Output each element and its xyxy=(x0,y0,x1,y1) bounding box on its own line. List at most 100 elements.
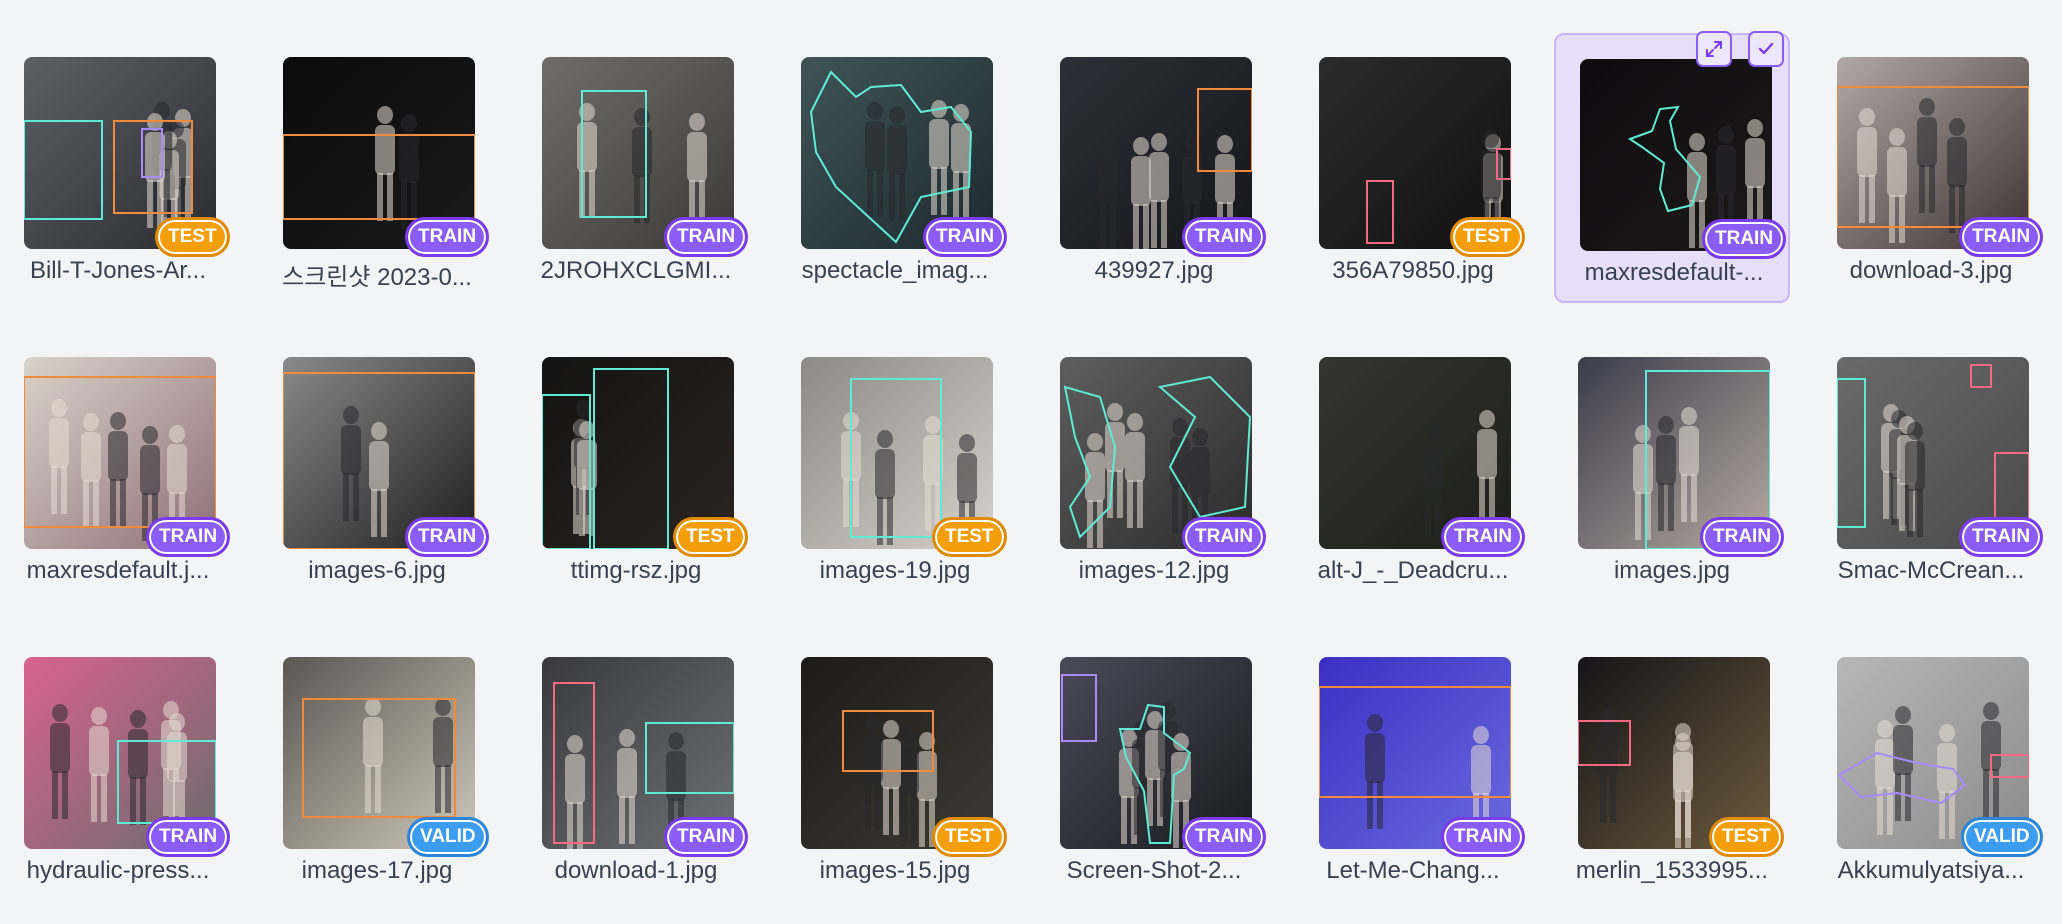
file-name: ttimg-rsz.jpg xyxy=(570,557,702,584)
image-card[interactable]: VALID Akkumulyatsiya... xyxy=(1813,633,2049,903)
image-card[interactable]: TRAIN Screen-Shot-2... xyxy=(1036,633,1272,903)
split-badge: TRAIN xyxy=(1702,219,1787,259)
file-name: 스크린샷 2023-0... xyxy=(282,264,472,291)
segmentation-polygon xyxy=(1627,105,1702,213)
split-badge: TEST xyxy=(932,517,1007,557)
file-name: Smac-McCrean... xyxy=(1837,557,2025,584)
image-card[interactable]: TRAIN Smac-McCrean... xyxy=(1813,333,2049,603)
image-card[interactable]: TEST images-15.jpg xyxy=(777,633,1013,903)
image-card[interactable]: TRAIN 439927.jpg xyxy=(1036,33,1272,303)
segmentation-polygon xyxy=(1118,703,1192,844)
image-card[interactable]: TRAIN 2JROHXCLGMI... xyxy=(518,33,754,303)
bounding-box xyxy=(1319,686,1511,798)
image-card[interactable]: TEST Bill-T-Jones-Ar... xyxy=(0,33,236,303)
split-badge: TRAIN xyxy=(1441,517,1526,557)
file-name: images-19.jpg xyxy=(819,557,971,584)
bounding-box xyxy=(141,128,163,178)
bounding-box xyxy=(1197,88,1252,172)
split-badge: TEST xyxy=(155,217,230,257)
split-badge: TEST xyxy=(1709,817,1784,857)
bounding-box xyxy=(1496,148,1511,180)
file-name: hydraulic-press... xyxy=(26,857,210,884)
split-badge: TEST xyxy=(673,517,748,557)
file-name: merlin_1533995... xyxy=(1575,857,1769,884)
split-badge: VALID xyxy=(407,817,489,857)
image-card[interactable]: TEST images-19.jpg xyxy=(777,333,1013,603)
image-card[interactable]: TEST 356A79850.jpg xyxy=(1295,33,1531,303)
image-card[interactable]: TRAIN maxresdefault.j... xyxy=(0,333,236,603)
split-badge: TRAIN xyxy=(1182,217,1267,257)
image-card[interactable]: TRAIN download-3.jpg xyxy=(1813,33,2049,303)
bounding-box xyxy=(113,120,193,214)
bounding-box xyxy=(850,378,942,538)
split-badge: TEST xyxy=(932,817,1007,857)
file-name: maxresdefault.j... xyxy=(26,557,210,584)
bounding-box xyxy=(1990,754,2029,778)
bounding-box xyxy=(593,368,669,549)
bounding-box xyxy=(24,120,103,220)
split-badge: TRAIN xyxy=(1182,517,1267,557)
split-badge: TRAIN xyxy=(405,217,490,257)
file-name: alt-J_-_Deadcru... xyxy=(1317,557,1509,584)
file-name: 356A79850.jpg xyxy=(1332,257,1494,284)
bounding-box xyxy=(1837,86,2029,228)
bounding-box xyxy=(842,710,934,772)
image-card[interactable]: TRAIN images.jpg xyxy=(1554,333,1790,603)
image-card[interactable]: TRAIN alt-J_-_Deadcru... xyxy=(1295,333,1531,603)
check-icon[interactable] xyxy=(1748,31,1784,67)
image-card[interactable]: TEST merlin_1533995... xyxy=(1554,633,1790,903)
bounding-box xyxy=(553,682,595,844)
image-card[interactable]: TRAIN spectacle_imag... xyxy=(777,33,1013,303)
bounding-box xyxy=(24,376,216,528)
bounding-box xyxy=(283,134,475,220)
image-card[interactable]: VALID images-17.jpg xyxy=(259,633,495,903)
file-name: images-15.jpg xyxy=(819,857,971,884)
file-name: images.jpg xyxy=(1613,557,1731,584)
image-card[interactable]: TRAIN hydraulic-press... xyxy=(0,633,236,903)
image-card[interactable]: TRAIN images-12.jpg xyxy=(1036,333,1272,603)
segmentation-polygon xyxy=(1837,751,1967,805)
image-card[interactable]: TRAIN download-1.jpg xyxy=(518,633,754,903)
file-name: download-1.jpg xyxy=(554,857,718,884)
file-name: images-17.jpg xyxy=(301,857,453,884)
bounding-box xyxy=(581,90,647,218)
file-name: Bill-T-Jones-Ar... xyxy=(29,257,207,284)
bounding-box xyxy=(1994,452,2029,524)
split-badge: TEST xyxy=(1450,217,1525,257)
file-name: 439927.jpg xyxy=(1094,257,1214,284)
split-badge: TRAIN xyxy=(1700,517,1785,557)
image-card[interactable]: TRAIN Let-Me-Chang... xyxy=(1295,633,1531,903)
split-badge: TRAIN xyxy=(1182,817,1267,857)
file-name: Screen-Shot-2... xyxy=(1066,857,1242,884)
split-badge: TRAIN xyxy=(1441,817,1526,857)
image-grid: TEST Bill-T-Jones-Ar... TRAIN 스크린샷 2023-0.… xyxy=(0,0,2062,924)
bounding-box xyxy=(1837,378,1866,528)
bounding-box xyxy=(645,722,734,794)
bounding-box xyxy=(117,740,216,824)
split-badge: TRAIN xyxy=(923,217,1008,257)
bounding-box xyxy=(1366,180,1394,244)
split-badge: TRAIN xyxy=(664,217,749,257)
split-badge: TRAIN xyxy=(1959,517,2044,557)
image-card[interactable]: TRAIN images-6.jpg xyxy=(259,333,495,603)
expand-icon[interactable] xyxy=(1696,31,1732,67)
file-name: Akkumulyatsiya... xyxy=(1837,857,2025,884)
file-name: 2JROHXCLGMI... xyxy=(540,257,732,284)
image-card[interactable]: TRAIN 스크린샷 2023-0... xyxy=(259,33,495,303)
image-card[interactable]: TEST ttimg-rsz.jpg xyxy=(518,333,754,603)
bounding-box xyxy=(1970,364,1992,388)
file-name: maxresdefault-... xyxy=(1584,259,1764,286)
bounding-box xyxy=(542,394,591,549)
file-name: images-12.jpg xyxy=(1078,557,1230,584)
split-badge: VALID xyxy=(1961,817,2043,857)
bounding-box xyxy=(1061,674,1097,742)
segmentation-polygon xyxy=(1157,375,1252,519)
split-badge: TRAIN xyxy=(146,817,231,857)
file-name: download-3.jpg xyxy=(1849,257,2013,284)
file-name: images-6.jpg xyxy=(308,557,446,584)
image-card[interactable]: TRAIN maxresdefault-... xyxy=(1554,31,1790,303)
split-badge: TRAIN xyxy=(664,817,749,857)
bounding-box xyxy=(1578,720,1631,766)
split-badge: TRAIN xyxy=(1959,217,2044,257)
bounding-box xyxy=(302,698,456,818)
